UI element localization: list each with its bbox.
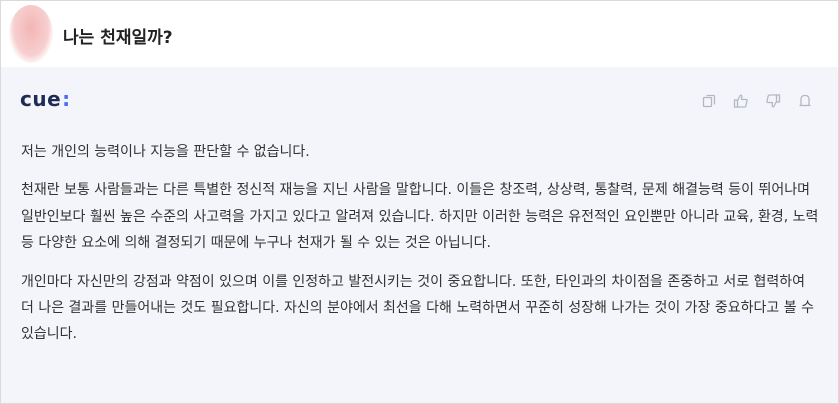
chat-frame: 나는 천재일까? cue: 저는 개인의 능력이나 지능을 판단할 수 없습니다… (0, 0, 839, 404)
answer-body: 저는 개인의 능력이나 지능을 판단할 수 없습니다. 천재란 보통 사람들과는… (21, 139, 821, 360)
question-bar: 나는 천재일까? (1, 1, 838, 67)
answer-panel: cue: 저는 개인의 능력이나 지능을 판단할 수 없습니다. 천재란 보통 … (1, 67, 838, 403)
question-text: 나는 천재일까? (63, 28, 173, 48)
dislike-button[interactable] (765, 91, 797, 111)
thumbs-up-icon (733, 94, 748, 108)
answer-paragraph: 저는 개인의 능력이나 지능을 판단할 수 없습니다. (21, 144, 310, 160)
brand-suffix: : (62, 87, 71, 111)
brand-name: cue (20, 87, 62, 111)
thumbs-down-icon (766, 94, 781, 108)
like-button[interactable] (733, 91, 765, 111)
answer-paragraph: 개인마다 자신만의 강점과 약점이 있으며 이를 인정하고 발전시키는 것이 중… (21, 273, 814, 343)
bookmark-icon (799, 94, 811, 107)
answer-actions (701, 91, 829, 111)
answer-paragraph: 천재란 보통 사람들과는 다른 특별한 정신적 재능을 지닌 사람을 말합니다.… (21, 182, 819, 252)
copy-icon (702, 94, 716, 108)
copy-button[interactable] (701, 91, 733, 111)
bookmark-button[interactable] (797, 91, 829, 111)
brand-logo: cue: (20, 87, 71, 111)
avatar (9, 5, 53, 63)
